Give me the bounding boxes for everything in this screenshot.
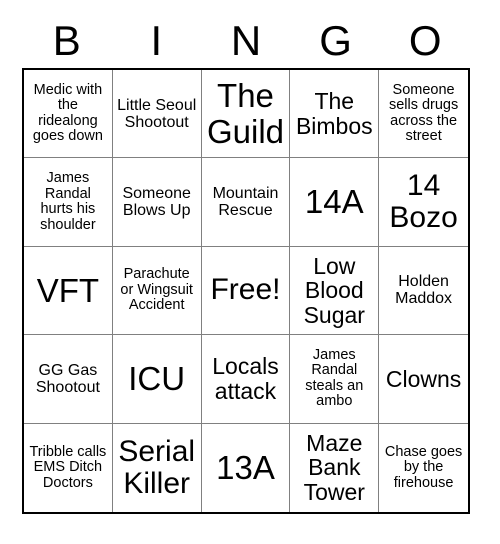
bingo-cell[interactable]: The Guild	[201, 70, 291, 159]
bingo-cell-label: Serial Killer	[118, 434, 196, 500]
bingo-cell-label: Mountain Rescue	[212, 184, 279, 220]
bingo-cell[interactable]: ICU	[112, 335, 202, 424]
bingo-cell[interactable]: James Randal hurts his shoulder	[24, 158, 113, 247]
bingo-cell[interactable]: 13A	[201, 423, 291, 512]
bingo-cell-free[interactable]: Free!	[201, 246, 291, 336]
bingo-cell[interactable]: James Randal steals an ambo	[290, 335, 380, 424]
bingo-header-row: B I N G O	[22, 14, 470, 68]
bingo-cell[interactable]: VFT	[24, 246, 113, 336]
bingo-cell-label: GG Gas Shootout	[35, 361, 100, 396]
bingo-cell[interactable]: Maze Bank Tower	[290, 423, 380, 512]
bingo-cell[interactable]: 14A	[290, 158, 380, 247]
bingo-cell[interactable]: Little Seoul Shootout	[112, 70, 202, 159]
bingo-cell-label: Parachute or Wingsuit Accident	[120, 266, 193, 314]
bingo-cell-label: 14A	[304, 183, 364, 221]
bingo-header-letter-g: G	[319, 17, 352, 64]
bingo-cell[interactable]: Clowns	[379, 335, 468, 424]
bingo-header-letter-n: N	[230, 17, 262, 64]
bingo-cell-label: 13A	[216, 449, 275, 487]
bingo-cell-label: Maze Bank Tower	[303, 429, 365, 506]
bingo-cell-label: Tribble calls EMS Ditch Doctors	[29, 443, 107, 491]
bingo-cell-label: Low Blood Sugar	[303, 252, 365, 328]
bingo-cell-label: Locals attack	[212, 353, 279, 404]
bingo-cell-label: Someone Blows Up	[122, 184, 191, 220]
bingo-cell-label: 14 Bozo	[389, 169, 458, 235]
bingo-cell[interactable]: Someone Blows Up	[112, 158, 202, 247]
bingo-cell-label: Chase goes by the firehouse	[384, 443, 463, 491]
bingo-cell-label: Little Seoul Shootout	[117, 96, 197, 131]
bingo-cell[interactable]: The Bimbos	[290, 70, 380, 159]
bingo-cell[interactable]: Low Blood Sugar	[290, 246, 380, 336]
bingo-cell[interactable]: Parachute or Wingsuit Accident	[112, 246, 202, 336]
bingo-cell-label: The Guild	[206, 77, 285, 150]
bingo-cell[interactable]: Locals attack	[201, 335, 291, 424]
bingo-cell[interactable]: Tribble calls EMS Ditch Doctors	[24, 423, 113, 512]
bingo-cell[interactable]: Someone sells drugs across the street	[379, 70, 468, 159]
bingo-cell-label: VFT	[36, 271, 100, 309]
bingo-card: B I N G O Medic with the ridealong goes …	[0, 0, 500, 544]
bingo-cell-label: James Randal hurts his shoulder	[40, 170, 96, 233]
bingo-cell[interactable]: GG Gas Shootout	[24, 335, 113, 424]
bingo-cell-label: Someone sells drugs across the street	[388, 81, 459, 145]
bingo-cell-label: ICU	[128, 360, 186, 398]
bingo-cell[interactable]: Serial Killer	[112, 423, 202, 512]
bingo-cell[interactable]: Chase goes by the firehouse	[379, 423, 468, 512]
bingo-cell-label: Holden Maddox	[395, 273, 453, 308]
bingo-grid: Medic with the ridealong goes down Littl…	[22, 68, 470, 514]
bingo-cell[interactable]: 14 Bozo	[379, 158, 468, 247]
bingo-cell-label: The Bimbos	[295, 88, 373, 139]
bingo-cell[interactable]: Mountain Rescue	[201, 158, 291, 247]
bingo-header-letter-o: O	[408, 17, 442, 64]
bingo-cell-label: Clowns	[385, 365, 462, 392]
bingo-header-letter-b: B	[52, 17, 81, 64]
bingo-cell[interactable]: Medic with the ridealong goes down	[24, 70, 113, 159]
bingo-cell[interactable]: Holden Maddox	[379, 246, 468, 336]
bingo-header-letter-i: I	[150, 17, 163, 64]
bingo-cell-label: Medic with the ridealong goes down	[32, 81, 103, 145]
bingo-cell-label: Free!	[210, 273, 281, 307]
bingo-cell-label: James Randal steals an ambo	[305, 346, 364, 410]
